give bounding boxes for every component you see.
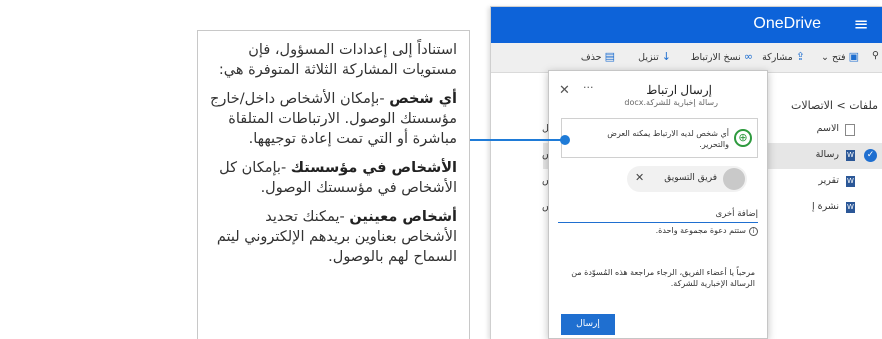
send-button[interactable]: إرسال (561, 314, 615, 335)
delete-button[interactable]: ▤ حذف (581, 50, 615, 63)
copy-link-button[interactable]: ∞ نسخ الارتباط (691, 50, 753, 63)
word-file-icon: W (846, 202, 855, 213)
checkmark-icon[interactable]: ✓ (864, 149, 877, 162)
invite-info: iستتم دعوة مجموعة واحدة. (656, 226, 758, 236)
remove-recipient-icon[interactable]: ✕ (635, 171, 644, 184)
more-options-icon[interactable]: ··· (583, 81, 594, 94)
share-icon: ⇪ (795, 50, 805, 63)
send-link-dialog: إرسال ارتباط رسالة إخبارية للشركة.docx ✕… (548, 70, 768, 339)
download-button[interactable]: ↓ تنزيل (638, 50, 671, 63)
add-recipient-input[interactable]: إضافة أخرى (716, 209, 758, 219)
file-name: تقرير (818, 175, 839, 186)
link-permission-selector[interactable]: ⊕ أي شخص لديه الارتباط يمكنه العرض والتح… (561, 118, 758, 158)
breadcrumb-current[interactable]: الاتصالات (791, 99, 833, 112)
word-icon: ▣ (848, 50, 859, 63)
info-icon: i (749, 227, 758, 236)
file-name: رسالة (815, 149, 839, 160)
column-name[interactable]: الاسم (817, 123, 839, 134)
download-icon: ↓ (661, 50, 671, 63)
search-icon[interactable]: ⚲ (872, 50, 879, 61)
callout-item-specific: أشخاص معينين -يمكنك تحديد الأشخاص بعناوي… (210, 207, 457, 267)
share-button[interactable]: ⇪ مشاركة (762, 50, 805, 63)
chevron-down-icon: ⌄ (821, 52, 829, 63)
copy-link-label: نسخ الارتباط (690, 52, 741, 63)
invite-info-text: ستتم دعوة مجموعة واحدة. (655, 226, 746, 235)
hamburger-menu-icon[interactable]: ≡ (849, 13, 873, 37)
callout-connector-dot (560, 135, 570, 145)
recipient-name: فريق التسويق (664, 173, 717, 183)
close-icon[interactable]: ✕ (559, 83, 570, 98)
file-type-icon (845, 124, 855, 136)
command-bar: ⚲ ▣ فتح ⌄ ⇪ مشاركة ∞ نسخ الارتباط ↓ تنزي… (491, 43, 882, 73)
dialog-title: إرسال ارتباط (646, 83, 712, 97)
recipient-chip[interactable]: فريق التسويق ✕ (627, 166, 747, 192)
title-bar: OneDrive ≡ (491, 7, 882, 43)
globe-icon: ⊕ (734, 129, 752, 147)
message-field[interactable]: مرحباً يا أعضاء الفريق، الرجاء مراجعة هذ… (565, 267, 755, 289)
trash-icon: ▤ (604, 50, 615, 63)
breadcrumb-root[interactable]: ملفات (849, 99, 878, 112)
delete-label: حذف (580, 52, 602, 63)
link-icon: ∞ (743, 50, 753, 63)
breadcrumb: ملفات > الاتصالات (791, 99, 878, 112)
open-label: فتح (832, 52, 846, 63)
dialog-subtitle: رسالة إخبارية للشركة.docx (624, 98, 718, 107)
download-label: تنزيل (638, 52, 659, 63)
callout-intro: استناداً إلى إعدادات المسؤول، فإن مستويا… (218, 42, 457, 78)
permission-text: أي شخص لديه الارتباط يمكنه العرض والتحري… (607, 129, 729, 149)
app-title: OneDrive (753, 15, 821, 32)
file-name: نشرة إ (812, 201, 839, 212)
input-underline (558, 222, 758, 223)
callout-connector-line (470, 139, 565, 141)
share-label: مشاركة (762, 52, 793, 63)
open-button[interactable]: ▣ فتح ⌄ (821, 50, 859, 63)
avatar (723, 168, 745, 190)
callout-item-org: الأشخاص في مؤسستك -بإمكان كل الأشخاص في … (210, 158, 457, 198)
callout-item-title: أي شخص (389, 91, 457, 107)
word-file-icon: W (846, 176, 855, 187)
breadcrumb-separator: > (836, 99, 846, 112)
sharing-levels-callout: استناداً إلى إعدادات المسؤول، فإن مستويا… (197, 30, 470, 339)
callout-item-anyone: أي شخص -بإمكان الأشخاص داخل/خارج مؤسستك … (210, 89, 457, 149)
word-file-icon: W (846, 150, 855, 161)
callout-item-title: أشخاص معينين (349, 209, 457, 225)
callout-item-title: الأشخاص في مؤسستك (290, 160, 457, 176)
